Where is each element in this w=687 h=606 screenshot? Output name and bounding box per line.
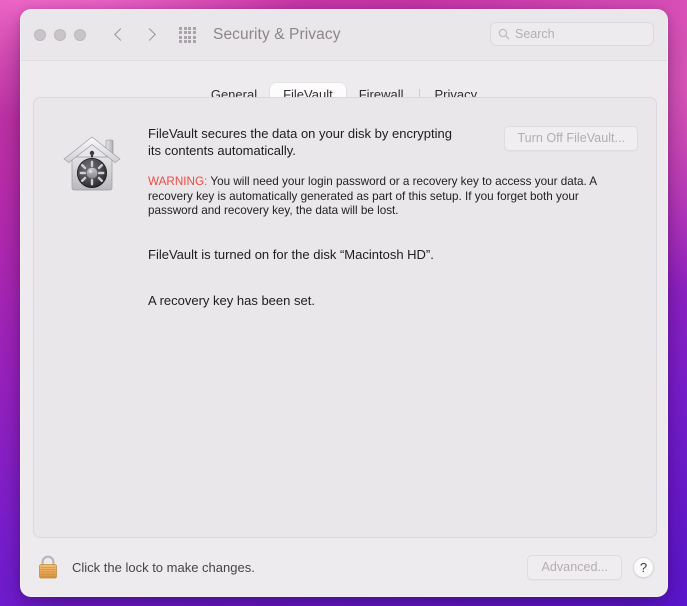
filevault-status-disk: FileVault is turned on for the disk “Mac… [148,246,434,262]
app-grid-icon[interactable] [179,27,196,43]
zoom-button[interactable] [74,29,86,41]
navigation-buttons [113,26,157,44]
filevault-lead-text: FileVault secures the data on your disk … [148,126,452,158]
search-placeholder: Search [515,27,555,41]
page-title: Security & Privacy [213,26,341,43]
system-preferences-window: Security & Privacy Search General FileVa… [20,9,668,597]
help-button[interactable]: ? [633,556,654,578]
traffic-light-group [34,29,86,41]
search-icon [498,28,510,40]
filevault-status-recovery-key: A recovery key has been set. [148,292,315,308]
footer-buttons: Advanced... ? [527,554,654,580]
search-field[interactable]: Search [490,22,654,46]
chevron-right-icon[interactable] [143,26,157,44]
close-button[interactable] [34,29,46,41]
window-toolbar: Security & Privacy Search [21,10,667,61]
padlock-locked-icon[interactable] [37,554,59,581]
window-footer: Click the lock to make changes. Advanced… [21,538,667,596]
minimize-button[interactable] [54,29,66,41]
warning-label: WARNING: [148,175,208,188]
chevron-left-icon[interactable] [113,26,127,44]
warning-text: You will need your login password or a r… [148,175,597,218]
lock-instruction-text: Click the lock to make changes. [72,559,255,575]
filevault-panel: Turn Off FileVault... FileVault secures … [33,97,657,538]
advanced-button[interactable]: Advanced... [527,554,622,580]
filevault-house-safe-icon [56,128,128,308]
turn-off-filevault-button[interactable]: Turn Off FileVault... [504,126,638,151]
filevault-warning: WARNING: You will need your login passwo… [148,175,602,219]
